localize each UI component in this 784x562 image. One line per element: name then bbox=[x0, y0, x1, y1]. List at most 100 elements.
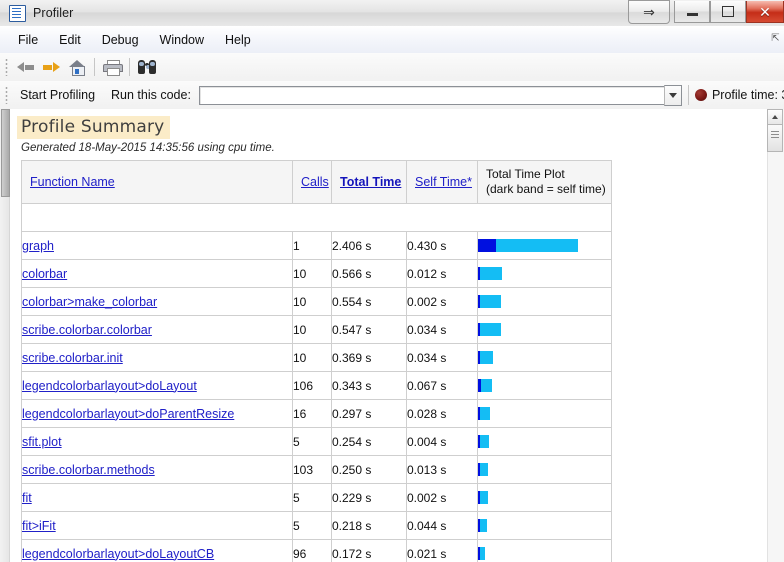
dock-arrow-icon[interactable]: ⇱ bbox=[770, 33, 781, 44]
function-name-cell[interactable]: sfit.plot bbox=[21, 427, 293, 456]
print-icon bbox=[103, 60, 123, 76]
function-name-link[interactable]: colorbar>make_colorbar bbox=[22, 295, 157, 309]
table-row[interactable]: fit>iFit 5 0.218 s 0.044 s bbox=[21, 511, 612, 540]
time-bar bbox=[478, 379, 611, 392]
function-name-cell[interactable]: colorbar>make_colorbar bbox=[21, 287, 293, 316]
column-header-total-time[interactable]: Total Time bbox=[331, 160, 407, 204]
start-profiling-button[interactable]: Start Profiling bbox=[14, 85, 101, 105]
profile-status-icon bbox=[694, 89, 707, 101]
time-bar bbox=[478, 407, 611, 420]
table-row[interactable]: sfit.plot 5 0.254 s 0.004 s bbox=[21, 427, 612, 456]
menu-debug[interactable]: Debug bbox=[93, 30, 148, 50]
toolbar bbox=[0, 53, 784, 82]
function-name-cell[interactable]: scribe.colorbar.colorbar bbox=[21, 315, 293, 344]
menu-help[interactable]: Help bbox=[216, 30, 260, 50]
function-name-link[interactable]: graph bbox=[22, 239, 54, 253]
time-bar bbox=[478, 323, 611, 336]
left-scrollbar[interactable] bbox=[0, 109, 10, 562]
calls-cell: 10 bbox=[292, 343, 332, 372]
function-name-link[interactable]: legendcolorbarlayout>doLayoutCB bbox=[22, 547, 214, 561]
profiling-bar-grip[interactable] bbox=[5, 86, 8, 104]
window-controls: ⇒ ✕ bbox=[628, 0, 784, 25]
column-header-function-name[interactable]: Function Name bbox=[21, 160, 293, 204]
function-name-link[interactable]: scribe.colorbar.colorbar bbox=[22, 323, 152, 337]
chevron-down-icon bbox=[668, 92, 677, 98]
function-name-link[interactable]: fit bbox=[22, 491, 32, 505]
total-time-plot-cell bbox=[477, 539, 612, 562]
time-bar bbox=[478, 435, 611, 448]
total-time-cell: 0.250 s bbox=[331, 455, 407, 484]
function-name-link[interactable]: sfit.plot bbox=[22, 435, 62, 449]
function-name-cell[interactable]: legendcolorbarlayout>doLayoutCB bbox=[21, 539, 293, 562]
function-name-cell[interactable]: scribe.colorbar.init bbox=[21, 343, 293, 372]
table-row[interactable]: graph 1 2.406 s 0.430 s bbox=[21, 231, 612, 260]
undock-button[interactable]: ⇒ bbox=[628, 0, 670, 24]
run-code-input[interactable] bbox=[198, 85, 665, 105]
table-row[interactable]: colorbar 10 0.566 s 0.012 s bbox=[21, 259, 612, 288]
print-button[interactable] bbox=[99, 55, 125, 79]
vertical-scrollbar[interactable] bbox=[767, 109, 784, 562]
function-name-cell[interactable]: fit bbox=[21, 483, 293, 512]
table-row[interactable]: colorbar>make_colorbar 10 0.554 s 0.002 s bbox=[21, 287, 612, 316]
toolbar-separator bbox=[94, 58, 95, 76]
vertical-scrollbar-thumb[interactable] bbox=[767, 124, 783, 152]
total-time-plot-cell bbox=[477, 483, 612, 512]
run-code-dropdown-button[interactable] bbox=[663, 84, 682, 106]
menu-file[interactable]: File bbox=[9, 30, 47, 50]
total-time-cell: 0.547 s bbox=[331, 315, 407, 344]
back-button[interactable] bbox=[12, 55, 38, 79]
table-row[interactable]: scribe.colorbar.colorbar 10 0.547 s 0.034 s bbox=[21, 315, 612, 344]
total-time-plot-cell bbox=[477, 455, 612, 484]
calls-cell: 10 bbox=[292, 259, 332, 288]
function-name-cell[interactable]: scribe.colorbar.methods bbox=[21, 455, 293, 484]
column-header-function-name-label: Function Name bbox=[30, 175, 115, 189]
table-row[interactable]: legendcolorbarlayout>doLayoutCB 96 0.172 s… bbox=[21, 539, 612, 562]
total-time-band bbox=[480, 323, 501, 336]
profile-table-body: graph 1 2.406 s 0.430 s colorbar 10 0.566 s 0.0… bbox=[21, 203, 612, 562]
function-name-link[interactable]: scribe.colorbar.methods bbox=[22, 463, 155, 477]
calls-cell: 1 bbox=[292, 231, 332, 260]
function-name-cell[interactable]: colorbar bbox=[21, 259, 293, 288]
profiler-window: Profiler ⇒ ✕ File Edit Debug Window Help… bbox=[0, 0, 784, 562]
menu-window[interactable]: Window bbox=[151, 30, 213, 50]
total-time-cell: 0.554 s bbox=[331, 287, 407, 316]
self-time-cell: 0.028 s bbox=[406, 399, 478, 428]
function-name-cell[interactable]: legendcolorbarlayout>doParentResize bbox=[21, 399, 293, 428]
forward-button[interactable] bbox=[38, 55, 64, 79]
total-time-plot-cell bbox=[477, 259, 612, 288]
maximize-button[interactable] bbox=[710, 1, 746, 23]
self-time-cell: 0.034 s bbox=[406, 343, 478, 372]
menu-edit[interactable]: Edit bbox=[50, 30, 90, 50]
column-header-calls[interactable]: Calls bbox=[292, 160, 332, 204]
function-name-cell[interactable]: graph bbox=[21, 231, 293, 260]
scroll-up-button[interactable] bbox=[767, 109, 783, 125]
table-row[interactable]: legendcolorbarlayout>doParentResize 16 0.2… bbox=[21, 399, 612, 428]
function-name-link[interactable]: scribe.colorbar.init bbox=[22, 351, 123, 365]
maximize-icon bbox=[722, 6, 734, 17]
close-button[interactable]: ✕ bbox=[746, 1, 784, 23]
total-time-cell: 0.229 s bbox=[331, 483, 407, 512]
table-row[interactable]: fit 5 0.229 s 0.002 s bbox=[21, 483, 612, 512]
minimize-button[interactable] bbox=[674, 1, 710, 23]
time-bar bbox=[478, 519, 611, 532]
function-name-link[interactable]: legendcolorbarlayout>doLayout bbox=[22, 379, 197, 393]
total-time-cell: 0.172 s bbox=[331, 539, 407, 562]
table-row[interactable]: legendcolorbarlayout>doLayout 106 0.343 s0… bbox=[21, 371, 612, 400]
left-scrollbar-thumb[interactable] bbox=[1, 109, 10, 197]
toolbar-grip[interactable] bbox=[5, 58, 8, 76]
function-name-cell[interactable]: fit>iFit bbox=[21, 511, 293, 540]
function-name-link[interactable]: colorbar bbox=[22, 267, 67, 281]
report-content: Profile Summary Generated 18-May-2015 14… bbox=[0, 109, 784, 562]
table-row[interactable]: scribe.colorbar.methods 103 0.250 s 0.013 s bbox=[21, 455, 612, 484]
table-row[interactable]: scribe.colorbar.init 10 0.369 s 0.034 s bbox=[21, 343, 612, 372]
find-button[interactable] bbox=[134, 55, 160, 79]
column-header-self-time[interactable]: Self Time* bbox=[406, 160, 478, 204]
function-name-cell[interactable]: legendcolorbarlayout>doLayout bbox=[21, 371, 293, 400]
total-time-cell: 0.343 s bbox=[331, 371, 407, 400]
column-header-total-time-plot: Total Time Plot (dark band = self time) bbox=[477, 160, 612, 204]
function-name-link[interactable]: legendcolorbarlayout>doParentResize bbox=[22, 407, 234, 421]
home-button[interactable] bbox=[64, 55, 90, 79]
total-time-band bbox=[480, 267, 502, 280]
function-name-link[interactable]: fit>iFit bbox=[22, 519, 56, 533]
total-time-cell: 2.406 s bbox=[331, 231, 407, 260]
